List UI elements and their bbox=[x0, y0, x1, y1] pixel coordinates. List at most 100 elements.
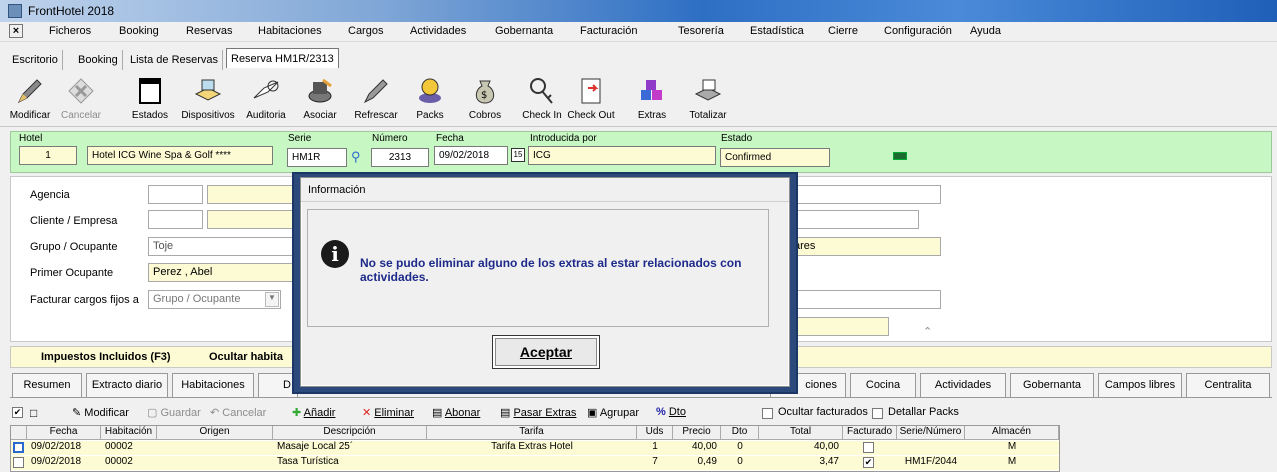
menu-cargos[interactable]: Cargos bbox=[348, 25, 383, 37]
tab-resumen[interactable]: Resumen bbox=[12, 373, 82, 397]
calendar-icon[interactable]: 15 bbox=[511, 148, 525, 162]
col-precio[interactable]: Precio bbox=[673, 426, 721, 440]
col-uds[interactable]: Uds bbox=[637, 426, 673, 440]
serie-field[interactable]: HM1R bbox=[287, 148, 347, 167]
menu-ficheros[interactable]: Ficheros bbox=[49, 25, 91, 37]
numero-field[interactable]: 2313 bbox=[371, 148, 429, 167]
col-dto[interactable]: Dto bbox=[721, 426, 759, 440]
agencia-code-field[interactable] bbox=[148, 185, 203, 204]
extras-button[interactable]: Extras bbox=[636, 74, 668, 126]
modificar-button[interactable]: Modificar bbox=[6, 74, 54, 126]
tab-reserva-current[interactable]: Reserva HM1R/2313 bbox=[226, 48, 339, 68]
select-all-checkbox[interactable]: ✔ bbox=[12, 407, 23, 418]
dispositivos-button[interactable]: Dispositivos bbox=[178, 74, 238, 126]
col-habitacion[interactable]: Habitación bbox=[101, 426, 157, 440]
cliente-name-field[interactable] bbox=[207, 210, 297, 229]
right-field-4[interactable] bbox=[789, 290, 941, 309]
grid-modificar-button[interactable]: ✎ Modificar bbox=[72, 406, 129, 419]
menu-cierre[interactable]: Cierre bbox=[828, 25, 858, 37]
row-select-checkbox[interactable] bbox=[13, 442, 24, 453]
right-field-3[interactable]: ares bbox=[789, 237, 941, 256]
search-icon[interactable]: ⚲ bbox=[351, 149, 361, 165]
grid-cancelar-button[interactable]: ↶ Cancelar bbox=[210, 406, 266, 419]
right-field-1[interactable] bbox=[789, 185, 941, 204]
table-row[interactable]: 09/02/2018 00002 Tasa Turística 7 0,49 0… bbox=[11, 456, 1059, 470]
tab-extracto-diario[interactable]: Extracto diario bbox=[86, 373, 168, 397]
col-fecha[interactable]: Fecha bbox=[27, 426, 101, 440]
col-serie-numero[interactable]: Serie/Número bbox=[897, 426, 965, 440]
packs-button[interactable]: Packs bbox=[412, 74, 448, 126]
tab-centralita[interactable]: Centralita bbox=[1186, 373, 1270, 397]
auditoria-button[interactable]: Auditoria bbox=[244, 74, 288, 126]
pasar-extras-button[interactable]: ▤ Pasar Extras bbox=[500, 406, 576, 419]
col-total[interactable]: Total bbox=[759, 426, 843, 440]
col-almacen[interactable]: Almacén bbox=[965, 426, 1059, 440]
asociar-button[interactable]: Asociar bbox=[298, 74, 342, 126]
fecha-field[interactable]: 09/02/2018 bbox=[434, 146, 508, 165]
new-document-icon[interactable]: □ bbox=[30, 406, 37, 420]
detallar-packs-checkbox[interactable] bbox=[872, 408, 883, 419]
ocultar-habitaciones-button[interactable]: Ocultar habita bbox=[209, 351, 283, 363]
menu-booking[interactable]: Booking bbox=[119, 25, 159, 37]
introducida-field[interactable]: ICG bbox=[528, 146, 716, 165]
grupo-field[interactable]: Toje bbox=[148, 237, 298, 256]
menu-habitaciones[interactable]: Habitaciones bbox=[258, 25, 322, 37]
cancelar-button[interactable]: Cancelar bbox=[58, 74, 104, 126]
tab-lista-reservas[interactable]: Lista de Reservas bbox=[126, 50, 224, 70]
chevron-down-icon[interactable]: ▼ bbox=[265, 292, 279, 307]
anadir-button[interactable]: ✚ Añadir bbox=[292, 406, 335, 419]
menu-reservas[interactable]: Reservas bbox=[186, 25, 232, 37]
check-in-button[interactable]: Check In bbox=[522, 74, 562, 126]
agrupar-button[interactable]: ▣ Agrupar bbox=[587, 406, 639, 419]
check-out-button[interactable]: Check Out bbox=[566, 74, 616, 126]
facturado-checkbox[interactable] bbox=[863, 442, 874, 453]
row-select-checkbox[interactable] bbox=[13, 457, 24, 468]
cell-precio: 40,00 bbox=[691, 441, 717, 452]
tab-campos-libres[interactable]: Campos libres bbox=[1098, 373, 1182, 397]
menu-configuracion[interactable]: Configuración bbox=[884, 25, 952, 37]
grid-guardar-button[interactable]: ▢ Guardar bbox=[147, 406, 201, 419]
hotel-code-field[interactable]: 1 bbox=[19, 146, 77, 165]
dto-button[interactable]: % Dto bbox=[656, 406, 686, 418]
tab-cocina[interactable]: Cocina bbox=[850, 373, 916, 397]
menu-ayuda[interactable]: Ayuda bbox=[970, 25, 1001, 37]
right-field-2[interactable] bbox=[789, 210, 919, 229]
hotel-name-field[interactable]: Hotel ICG Wine Spa & Golf **** bbox=[87, 146, 273, 165]
table-row[interactable]: 09/02/2018 00002 Masaje Local 25´ Tarifa… bbox=[11, 441, 1059, 455]
right-field-5[interactable] bbox=[789, 317, 889, 336]
menu-gobernanta[interactable]: Gobernanta bbox=[495, 25, 553, 37]
abonar-button[interactable]: ▤ Abonar bbox=[432, 406, 480, 419]
col-origen[interactable]: Origen bbox=[157, 426, 273, 440]
chevron-up-icon[interactable]: ⌃ bbox=[923, 325, 932, 338]
tab-escritorio[interactable]: Escritorio bbox=[8, 50, 63, 70]
cobros-button[interactable]: $ Cobros bbox=[466, 74, 504, 126]
tab-habitaciones[interactable]: Habitaciones bbox=[172, 373, 254, 397]
estados-button[interactable]: Estados bbox=[128, 74, 172, 126]
totalizar-button[interactable]: Totalizar bbox=[688, 74, 728, 126]
facturado-checkbox[interactable]: ✔ bbox=[863, 457, 874, 468]
eliminar-button[interactable]: ✕ Eliminar bbox=[362, 406, 414, 419]
facturar-select[interactable]: Grupo / Ocupante bbox=[148, 290, 281, 309]
cliente-code-field[interactable] bbox=[148, 210, 203, 229]
aceptar-button[interactable]: Aceptar bbox=[492, 335, 600, 369]
primer-ocupante-field[interactable]: Perez , Abel bbox=[148, 263, 298, 282]
col-descripcion[interactable]: Descripción bbox=[273, 426, 427, 440]
col-facturado[interactable]: Facturado bbox=[843, 426, 897, 440]
tab-gobernanta[interactable]: Gobernanta bbox=[1010, 373, 1094, 397]
col-tarifa[interactable]: Tarifa bbox=[427, 426, 637, 440]
menu-actividades[interactable]: Actividades bbox=[410, 25, 466, 37]
cell-descripcion: Masaje Local 25´ bbox=[277, 441, 354, 452]
cell-dto: 0 bbox=[737, 441, 743, 452]
tab-booking[interactable]: Booking bbox=[74, 50, 123, 70]
menu-tesoreria[interactable]: Tesorería bbox=[678, 25, 724, 37]
impuestos-button[interactable]: Impuestos Incluidos (F3) bbox=[41, 351, 171, 363]
close-document-icon[interactable]: × bbox=[9, 24, 23, 38]
tab-actividades[interactable]: Actividades bbox=[920, 373, 1006, 397]
menu-estadistica[interactable]: Estadística bbox=[750, 25, 804, 37]
estado-field[interactable]: Confirmed bbox=[720, 148, 830, 167]
agencia-name-field[interactable] bbox=[207, 185, 297, 204]
menu-facturacion[interactable]: Facturación bbox=[580, 25, 637, 37]
ocultar-facturados-checkbox[interactable] bbox=[762, 408, 773, 419]
dialog-title-bar[interactable]: Información bbox=[301, 178, 789, 202]
refrescar-button[interactable]: Refrescar bbox=[352, 74, 400, 126]
